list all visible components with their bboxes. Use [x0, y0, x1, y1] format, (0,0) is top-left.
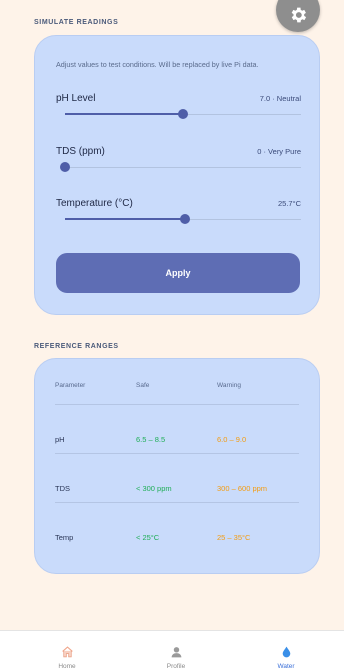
nav-item-home[interactable]: Home [37, 631, 97, 670]
row-ph-parameter: pH [55, 435, 65, 444]
reference-card: Parameter Safe Warning pH 6.5 – 8.5 6.0 … [34, 358, 320, 574]
ph-slider-label: pH Level [56, 93, 96, 104]
nav-item-profile[interactable]: Profile [146, 631, 206, 670]
water-drop-icon [282, 646, 291, 658]
tds-slider-label: TDS (ppm) [56, 146, 105, 157]
header-parameter: Parameter [55, 382, 86, 389]
tds-slider-thumb[interactable] [60, 162, 70, 172]
temperature-slider-thumb[interactable] [180, 214, 191, 224]
temperature-slider-fill [65, 218, 186, 220]
row-ph-warning: 6.0 – 9.0 [217, 435, 247, 444]
row-temp-safe: < 25°C [136, 533, 160, 542]
simulate-section-title: SIMULATE READINGS [34, 19, 119, 26]
row-temp-warning: 25 – 35°C [217, 533, 251, 542]
gear-icon [291, 7, 307, 23]
ph-slider-fill [65, 113, 183, 115]
row-tds-parameter: TDS [55, 484, 70, 493]
simulate-card: Adjust values to test conditions. Will b… [34, 35, 320, 315]
profile-icon [171, 647, 182, 658]
row-tds-safe: < 300 ppm [136, 484, 172, 493]
row-ph-safe: 6.5 – 8.5 [136, 435, 166, 444]
bottom-nav: Home Profile Water [0, 630, 344, 670]
header-divider [55, 404, 299, 405]
nav-label-water: Water [277, 663, 295, 670]
ph-slider-value: 7.0 · Neutral [259, 94, 301, 103]
header-safe: Safe [136, 382, 150, 389]
row-divider [55, 502, 299, 503]
row-tds-warning: 300 – 600 ppm [217, 484, 268, 493]
row-temp-parameter: Temp [55, 533, 74, 542]
apply-button[interactable]: Apply [56, 253, 300, 293]
row-divider [55, 453, 299, 454]
nav-label-profile: Profile [166, 663, 186, 670]
temperature-slider-label: Temperature (°C) [56, 198, 133, 209]
simulate-hint: Adjust values to test conditions. Will b… [56, 60, 259, 69]
nav-item-water[interactable]: Water [256, 631, 316, 670]
tds-slider-value: 0 · Very Pure [257, 147, 301, 156]
settings-button[interactable] [276, 0, 320, 32]
home-icon [62, 646, 73, 658]
ph-slider-thumb[interactable] [178, 109, 188, 119]
temperature-slider-value: 25.7°C [277, 199, 301, 208]
tds-slider-track[interactable] [65, 167, 301, 168]
nav-label-home: Home [58, 663, 76, 670]
reference-section-title: REFERENCE RANGES [34, 343, 119, 350]
header-warning: Warning [217, 382, 241, 389]
